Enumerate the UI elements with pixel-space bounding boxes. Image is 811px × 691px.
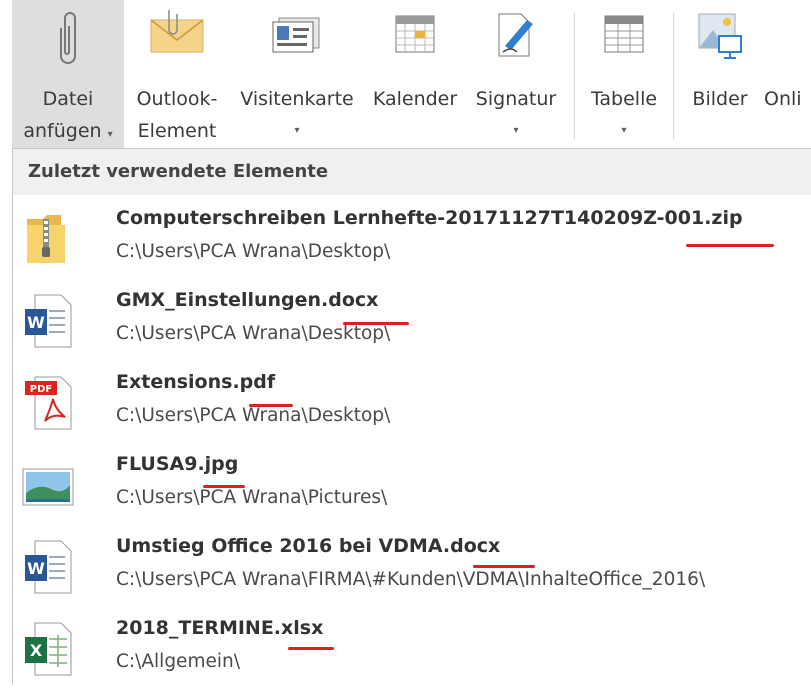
table-label: Tabelle bbox=[590, 88, 658, 110]
signature-icon bbox=[493, 8, 539, 72]
ribbon-separator bbox=[673, 12, 674, 140]
recent-item-name: Computerschreiben Lernhefte-20171127T140… bbox=[116, 207, 743, 229]
annotation-underline bbox=[686, 244, 774, 247]
recent-item-path: C:\Users\PCA Wrana\Pictures\ bbox=[116, 487, 388, 508]
recent-item[interactable]: FLUSA9.jpg C:\Users\PCA Wrana\Pictures\ bbox=[13, 445, 811, 527]
chevron-down-icon: ▾ bbox=[107, 129, 113, 140]
svg-text:X: X bbox=[30, 641, 43, 660]
attach-file-button[interactable]: Datei anfügen ▾ bbox=[12, 0, 124, 148]
annotation-underline bbox=[473, 565, 535, 568]
business-card-icon bbox=[269, 8, 325, 66]
calendar-button[interactable]: Kalender bbox=[366, 0, 464, 148]
attach-file-label-2: anfügen bbox=[23, 120, 102, 142]
table-icon bbox=[601, 8, 647, 66]
calendar-label: Kalender bbox=[372, 88, 458, 110]
pdf-document-icon: PDF bbox=[21, 373, 75, 433]
outlook-item-label-1: Outlook- bbox=[136, 88, 218, 110]
signature-label: Signatur bbox=[475, 88, 557, 110]
pictures-icon bbox=[695, 8, 745, 74]
signature-button[interactable]: Signatur ▾ bbox=[466, 0, 566, 148]
chevron-down-icon: ▾ bbox=[621, 125, 627, 136]
envelope-icon bbox=[149, 8, 205, 66]
svg-text:W: W bbox=[27, 559, 45, 578]
annotation-underline bbox=[249, 404, 293, 407]
zip-folder-icon bbox=[21, 209, 75, 269]
svg-text:W: W bbox=[27, 313, 45, 332]
calendar-icon bbox=[392, 8, 438, 66]
table-button[interactable]: Tabelle ▾ bbox=[580, 0, 668, 148]
pictures-button[interactable]: Bilder bbox=[680, 0, 760, 148]
recent-item-name: 2018_TERMINE.xlsx bbox=[116, 617, 324, 639]
annotation-underline bbox=[288, 647, 334, 650]
business-card-label: Visitenkarte bbox=[240, 88, 354, 110]
recent-item-path: C:\Allgemein\ bbox=[116, 651, 240, 672]
recent-item-name: FLUSA9.jpg bbox=[116, 453, 239, 475]
ribbon-separator bbox=[574, 12, 575, 140]
recent-item-name: Umstieg Office 2016 bei VDMA.docx bbox=[116, 535, 501, 557]
chevron-down-icon: ▾ bbox=[294, 125, 300, 136]
recent-item[interactable]: Computerschreiben Lernhefte-20171127T140… bbox=[13, 199, 811, 281]
recent-item[interactable]: X 2018_TERMINE.xlsx C:\Allgemein\ bbox=[13, 609, 811, 691]
business-card-button[interactable]: Visitenkarte ▾ bbox=[230, 0, 364, 148]
recent-item-path: C:\Users\PCA Wrana\Desktop\ bbox=[116, 241, 391, 262]
online-pictures-button[interactable]: Onli bbox=[762, 0, 811, 148]
recent-item[interactable]: W GMX_Einstellungen.docx C:\Users\PCA Wr… bbox=[13, 281, 811, 363]
recent-items-header: Zuletzt verwendete Elemente bbox=[13, 149, 811, 195]
attach-file-label-1: Datei bbox=[42, 88, 94, 110]
pictures-label: Bilder bbox=[692, 88, 748, 110]
recent-item[interactable]: W Umstieg Office 2016 bei VDMA.docx C:\U… bbox=[13, 527, 811, 609]
excel-workbook-icon: X bbox=[21, 619, 75, 679]
insert-ribbon: Datei anfügen ▾ Outlook- Element Visiten… bbox=[0, 0, 811, 148]
image-file-icon bbox=[21, 455, 75, 515]
annotation-underline bbox=[343, 322, 409, 325]
paperclip-icon bbox=[53, 8, 83, 78]
word-document-icon: W bbox=[21, 537, 75, 597]
svg-text:PDF: PDF bbox=[30, 384, 52, 395]
annotation-underline bbox=[203, 485, 245, 488]
outlook-item-button[interactable]: Outlook- Element bbox=[127, 0, 227, 148]
recent-item-path: C:\Users\PCA Wrana\FIRMA\#Kunden\VDMA\In… bbox=[116, 569, 706, 590]
recent-item-name: Extensions.pdf bbox=[116, 371, 276, 393]
outlook-item-label-2: Element bbox=[137, 120, 217, 142]
word-document-icon: W bbox=[21, 291, 75, 351]
online-pictures-label: Onli bbox=[764, 88, 802, 110]
chevron-down-icon: ▾ bbox=[513, 125, 519, 136]
recent-item-name: GMX_Einstellungen.docx bbox=[116, 289, 379, 311]
recent-item[interactable]: PDF Extensions.pdf C:\Users\PCA Wrana\De… bbox=[13, 363, 811, 445]
attach-file-dropdown: Zuletzt verwendete Elemente Computerschr… bbox=[12, 148, 811, 685]
